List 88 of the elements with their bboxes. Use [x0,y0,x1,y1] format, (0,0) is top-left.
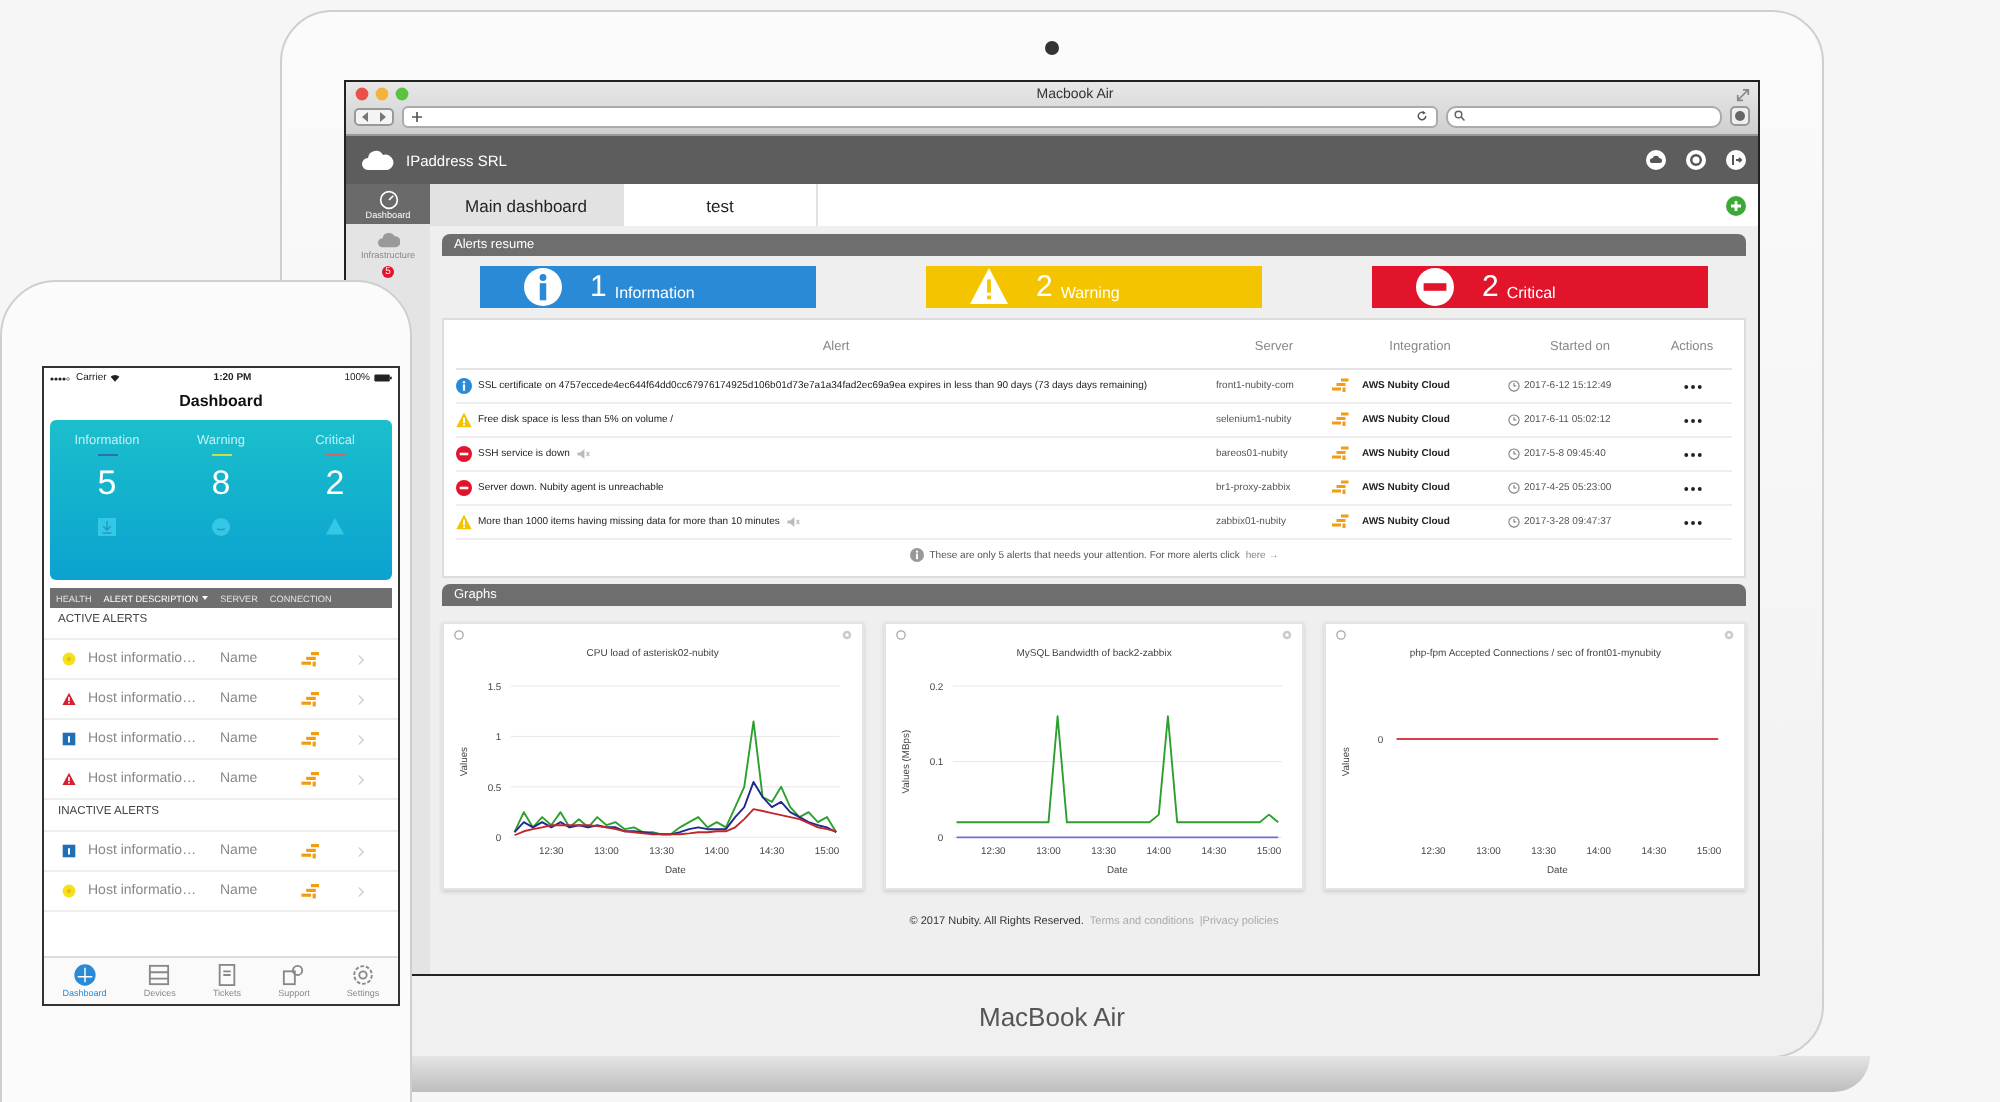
settings-icon[interactable] [1730,106,1750,126]
screen-title: Dashboard [177,390,265,414]
cloud-logo-icon [362,150,394,170]
clock-icon [1508,482,1520,494]
speaker-icon[interactable] [575,448,590,460]
circle-icon [62,884,76,898]
chevron-right-icon[interactable] [358,653,364,665]
search-field[interactable] [1446,105,1722,127]
chevron-right-icon[interactable] [358,733,364,745]
speaker-icon[interactable] [785,516,800,528]
alert-count: 2 [1036,270,1053,304]
clock-icon [1508,380,1520,392]
circle-icon[interactable] [895,630,906,640]
options-icon[interactable] [1282,630,1293,640]
stacked-bars-icon [1332,378,1350,394]
more-options-icon[interactable] [1683,485,1701,491]
info-icon [456,378,472,394]
stacked-bars-icon [300,843,322,859]
back-forward-icon[interactable] [354,107,394,125]
cloud-upload-icon[interactable] [1646,150,1666,170]
more-options-icon[interactable] [1683,451,1701,457]
dashboard-tab[interactable]: test [624,184,818,226]
plus-icon[interactable] [412,111,422,121]
stacked-bars-icon [1332,446,1350,462]
dashboard-tab[interactable]: Main dashboard [430,184,624,226]
info-square-icon [62,732,76,746]
support-icon [282,964,305,986]
stacked-bars-icon [300,651,322,667]
stacked-bars-icon [300,691,322,707]
warning-icon [456,412,472,428]
window-controls-icon[interactable] [354,86,414,102]
minus-circle-icon [456,446,472,462]
logout-icon[interactable] [1726,150,1746,170]
reload-icon[interactable] [1416,110,1428,122]
ticket-icon [215,964,238,986]
settings-icon [352,964,375,986]
summary-count: 8 [211,462,231,506]
circle-icon [62,652,76,666]
webcam-icon [1044,40,1060,56]
search-icon [1454,110,1466,122]
info-square-icon [62,844,76,858]
chevron-right-icon[interactable] [358,845,364,857]
stacked-bars-icon [1332,480,1350,496]
server-icon [148,964,171,986]
stacked-bars-icon [300,731,322,747]
stacked-bars-icon [1332,412,1350,428]
alert-count: 2 [1482,270,1499,304]
circle-icon[interactable] [454,630,464,640]
clock-icon [1508,516,1520,528]
alert-type-label: Critical [1506,283,1556,301]
clock-icon [1508,448,1520,460]
summary-count: 2 [325,462,345,506]
address-field[interactable] [402,105,1438,127]
chevron-right-icon[interactable] [358,693,364,705]
stacked-bars-icon [300,883,322,899]
options-icon[interactable] [1724,630,1735,640]
expand-icon[interactable] [1736,87,1750,101]
circle-icon[interactable] [1336,630,1347,640]
triangle-icon [326,518,344,536]
chevron-right-icon[interactable] [358,885,364,897]
warning-icon [62,772,76,786]
summary-count: 5 [97,462,117,506]
alert-type-label: Information [614,283,695,301]
minus-circle-icon [456,480,472,496]
battery-icon [374,374,393,382]
more-options-icon[interactable] [1683,383,1701,389]
stacked-bars-icon [1332,514,1350,530]
chevron-right-icon[interactable] [358,773,364,785]
more-options-icon[interactable] [1683,519,1701,525]
stacked-bars-icon [300,771,322,787]
more-options-icon[interactable] [1683,417,1701,423]
gauge-icon [377,189,399,209]
warning-icon [456,514,472,530]
clock-icon [1508,414,1520,426]
info-icon [909,548,924,562]
download-icon [98,518,116,536]
warning-icon [62,692,76,706]
caret-icon [202,596,209,600]
dashboard-icon [73,964,96,986]
cloud-icon [377,229,399,249]
alert-count: 1 [590,270,607,304]
wifi-icon [110,374,121,382]
signal-icon [50,375,72,381]
settings-icon[interactable] [1686,150,1706,170]
add-icon[interactable] [1726,195,1746,215]
alert-type-label: Warning [1060,283,1120,301]
options-icon[interactable] [841,630,852,640]
device-label: MacBook Air [979,1001,1125,1031]
